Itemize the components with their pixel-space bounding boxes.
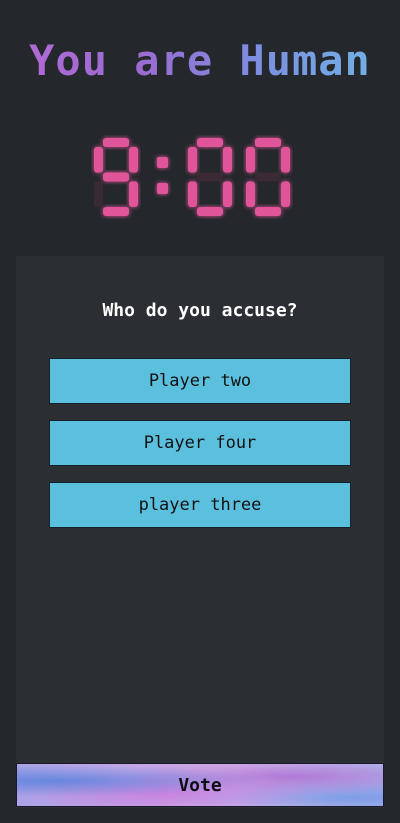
player-option-button[interactable]: Player two [49, 358, 351, 404]
timer-segment-off [197, 172, 223, 182]
player-option-button[interactable]: player three [49, 482, 351, 528]
timer-segment-on [197, 138, 223, 147]
timer-colon-dot [157, 157, 168, 168]
timer-segment-off [255, 172, 281, 182]
timer-segment-on [197, 207, 223, 216]
timer-segment-on [94, 147, 103, 173]
player-options: Player two Player four player three [49, 358, 351, 544]
player-option-button[interactable]: Player four [49, 420, 351, 466]
timer-segment-on [246, 147, 255, 173]
timer-segment-on [129, 147, 138, 173]
game-screen: You are Human Who do you accuse? Player … [0, 0, 400, 823]
timer-segment-on [281, 181, 290, 207]
timer-segment-on [223, 181, 232, 207]
accuse-question: Who do you accuse? [102, 300, 298, 321]
accuse-panel: Who do you accuse? Player two Player fou… [16, 256, 384, 808]
countdown-timer [0, 132, 400, 222]
vote-button[interactable]: Vote [16, 763, 384, 807]
timer-segment-on [129, 181, 138, 207]
timer-colon-dot [157, 183, 168, 194]
timer-segment-off [94, 181, 103, 207]
timer-segment-on [255, 207, 281, 216]
timer-segment-on [223, 147, 232, 173]
timer-segment-on [103, 138, 129, 147]
timer-segment-on [188, 147, 197, 173]
timer-segment-on [103, 172, 129, 182]
timer-segment-on [255, 138, 281, 147]
timer-segment-on [281, 147, 290, 173]
timer-segment-on [188, 181, 197, 207]
timer-display [94, 138, 290, 216]
timer-segment-on [103, 207, 129, 216]
role-title: You are Human [0, 36, 400, 85]
timer-segment-on [246, 181, 255, 207]
